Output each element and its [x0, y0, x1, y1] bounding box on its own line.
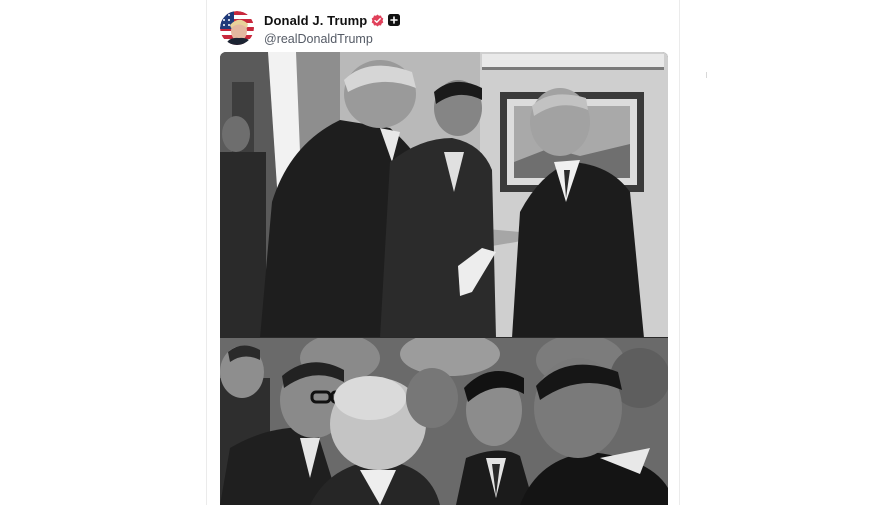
- avatar[interactable]: [220, 11, 254, 45]
- avatar-image: [220, 11, 254, 45]
- post-card: Donald J. Trump @realDonaldTrump: [206, 0, 680, 505]
- page: Donald J. Trump @realDonaldTrump: [0, 0, 895, 505]
- post-media[interactable]: [220, 52, 668, 505]
- plus-badge-icon: [388, 14, 401, 26]
- photo-meeting-historic[interactable]: [220, 338, 668, 505]
- author-handle[interactable]: @realDonaldTrump: [264, 32, 400, 46]
- scroll-indicator: [706, 72, 707, 78]
- post-header: Donald J. Trump @realDonaldTrump: [220, 10, 401, 46]
- name-row: Donald J. Trump: [264, 10, 401, 30]
- author-display-name[interactable]: Donald J. Trump: [264, 13, 367, 28]
- verified-badge-icon: [371, 14, 384, 27]
- photo-meeting-modern[interactable]: [220, 52, 668, 338]
- author-names: Donald J. Trump @realDonaldTrump: [264, 10, 401, 46]
